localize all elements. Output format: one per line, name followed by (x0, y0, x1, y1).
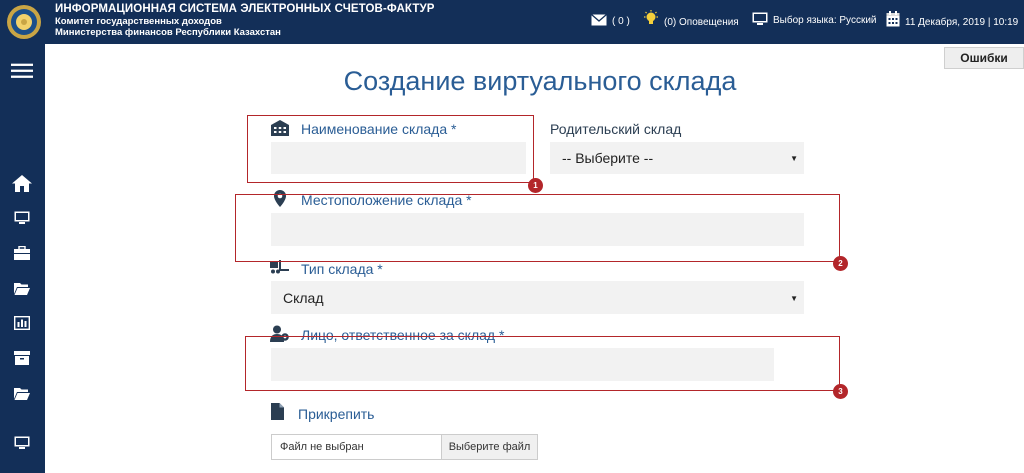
parent-warehouse-select[interactable]: -- Выберите -- ▼ (550, 142, 804, 174)
app-subtitle-committee: Комитет государственных доходов (55, 16, 222, 27)
messages-link[interactable]: ( 0 ) (591, 14, 630, 29)
monitor-icon-2[interactable] (11, 434, 33, 452)
calendar-icon (886, 11, 900, 30)
warehouse-type-value: Склад (283, 289, 324, 306)
file-name-display: Файл не выбран (272, 435, 442, 459)
callout-badge-2: 2 (833, 256, 848, 271)
app-subtitle-ministry: Министерства финансов Республики Казахст… (55, 27, 281, 38)
dropdown-arrow-icon: ▼ (790, 154, 798, 163)
datetime-label: 11 Декабря, 2019 | 10:19 (905, 17, 1019, 28)
page-title: Создание виртуального склада (343, 66, 737, 96)
file-upload-control[interactable]: Файл не выбран Выберите файл (271, 434, 538, 460)
language-label: Выбор языка: Русский (773, 15, 877, 26)
forklift-icon (270, 260, 290, 279)
top-bar: ИНФОРМАЦИОННАЯ СИСТЕМА ЭЛЕКТРОННЫХ СЧЕТО… (0, 0, 1024, 44)
language-selector[interactable]: Выбор языка: Русский (752, 12, 877, 29)
choose-file-button[interactable]: Выберите файл (442, 435, 537, 459)
monitor-icon (752, 12, 768, 29)
warehouse-type-label: Тип склада * (301, 261, 383, 277)
emblem-logo (4, 3, 44, 41)
datetime-display: 11 Декабря, 2019 | 10:19 (886, 11, 1018, 30)
callout-badge-1: 1 (528, 178, 543, 193)
notifications-label: (0) Оповещения (664, 17, 739, 28)
messages-count: ( 0 ) (612, 16, 630, 27)
folder-open-icon[interactable] (11, 279, 33, 297)
home-icon[interactable] (11, 174, 33, 192)
highlight-box-3 (245, 336, 840, 391)
lightbulb-icon (643, 10, 659, 31)
envelope-icon (591, 14, 607, 29)
file-icon (271, 403, 284, 425)
highlight-box-1 (247, 115, 534, 183)
briefcase-icon[interactable] (11, 244, 33, 262)
archive-icon[interactable] (11, 349, 33, 367)
highlight-box-2 (235, 194, 840, 262)
dropdown-arrow-icon: ▼ (790, 293, 798, 303)
monitor-icon[interactable] (11, 209, 33, 227)
parent-warehouse-label: Родительский склад (550, 121, 682, 137)
chart-icon[interactable] (11, 314, 33, 332)
folder-open-icon-2[interactable] (11, 384, 33, 402)
warehouse-type-select[interactable]: Склад ▼ (271, 281, 804, 314)
app-title: ИНФОРМАЦИОННАЯ СИСТЕМА ЭЛЕКТРОННЫХ СЧЕТО… (55, 3, 435, 15)
attach-label: Прикрепить (298, 406, 375, 422)
callout-badge-3: 3 (833, 384, 848, 399)
notifications-link[interactable]: (0) Оповещения (643, 10, 739, 31)
sidebar (0, 44, 45, 473)
parent-warehouse-value: -- Выберите -- (562, 150, 654, 166)
